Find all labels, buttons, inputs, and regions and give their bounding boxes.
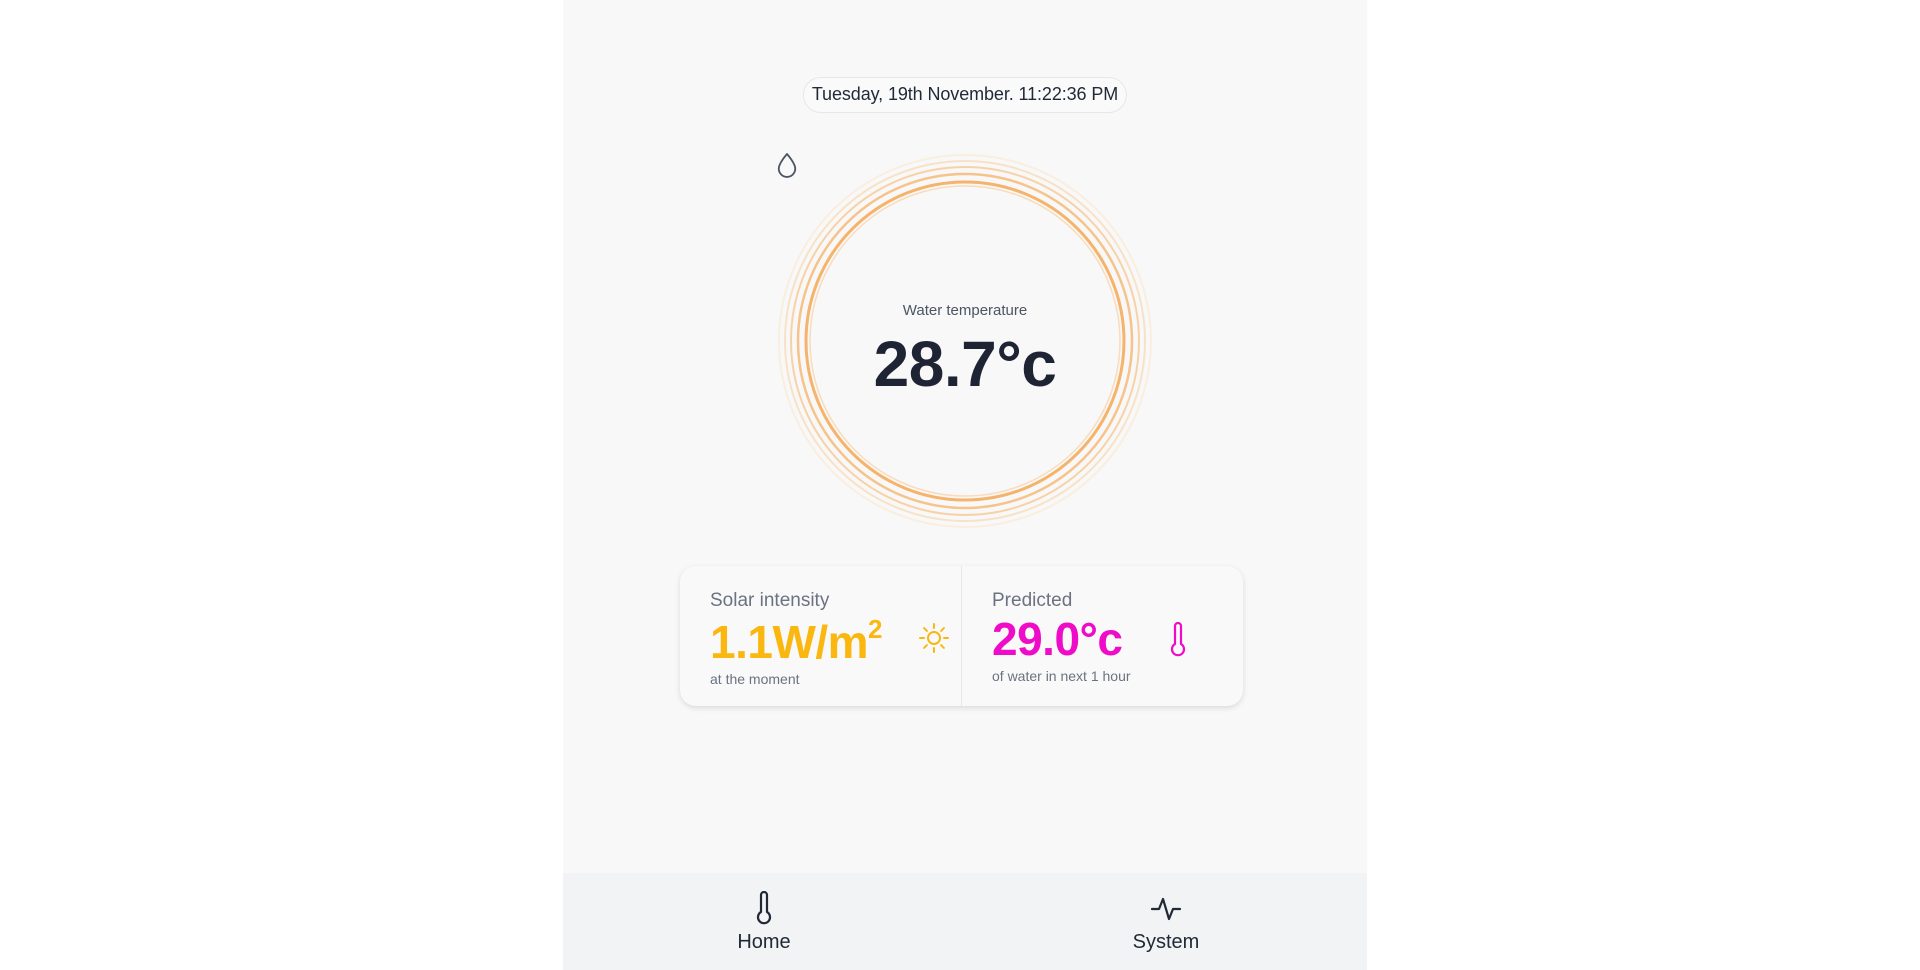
solar-card-subtitle: at the moment <box>710 671 800 687</box>
predicted-card-title: Predicted <box>992 590 1073 611</box>
solar-value-text: 1.1W/m <box>710 616 869 668</box>
nav-system-label: System <box>1132 931 1200 953</box>
solar-card-title: Solar intensity <box>710 590 830 611</box>
water-temperature-value: 28.7°c <box>873 328 1057 400</box>
nav-home[interactable]: Home <box>563 873 965 970</box>
solar-value-superscript: 2 <box>868 614 883 644</box>
water-drop-icon <box>777 153 797 178</box>
sun-icon <box>919 623 949 653</box>
datetime-badge: Tuesday, 19th November. 11:22:36 PM <box>802 77 1128 113</box>
app-container: Tuesday, 19th November. 11:22:36 PM Wate… <box>563 0 1367 970</box>
gauge-label: Water temperature <box>902 302 1028 319</box>
stats-cards: Solar intensity 1.1W/m2 at the moment Pr… <box>680 566 1243 706</box>
bottom-navigation: Home System <box>563 873 1367 970</box>
predicted-card: Predicted 29.0°c of water in next 1 hour <box>961 566 1243 706</box>
nav-home-label: Home <box>737 931 791 953</box>
solar-intensity-value: 1.1W/m2 <box>710 616 931 665</box>
predicted-card-subtitle: of water in next 1 hour <box>992 668 1131 684</box>
activity-icon <box>1150 897 1182 921</box>
thermometer-icon <box>1170 622 1186 657</box>
solar-intensity-card: Solar intensity 1.1W/m2 at the moment <box>680 566 961 706</box>
water-temperature-gauge: Water temperature 28.7°c <box>776 152 1154 530</box>
nav-system[interactable]: System <box>965 873 1367 970</box>
thermometer-icon <box>756 891 772 925</box>
